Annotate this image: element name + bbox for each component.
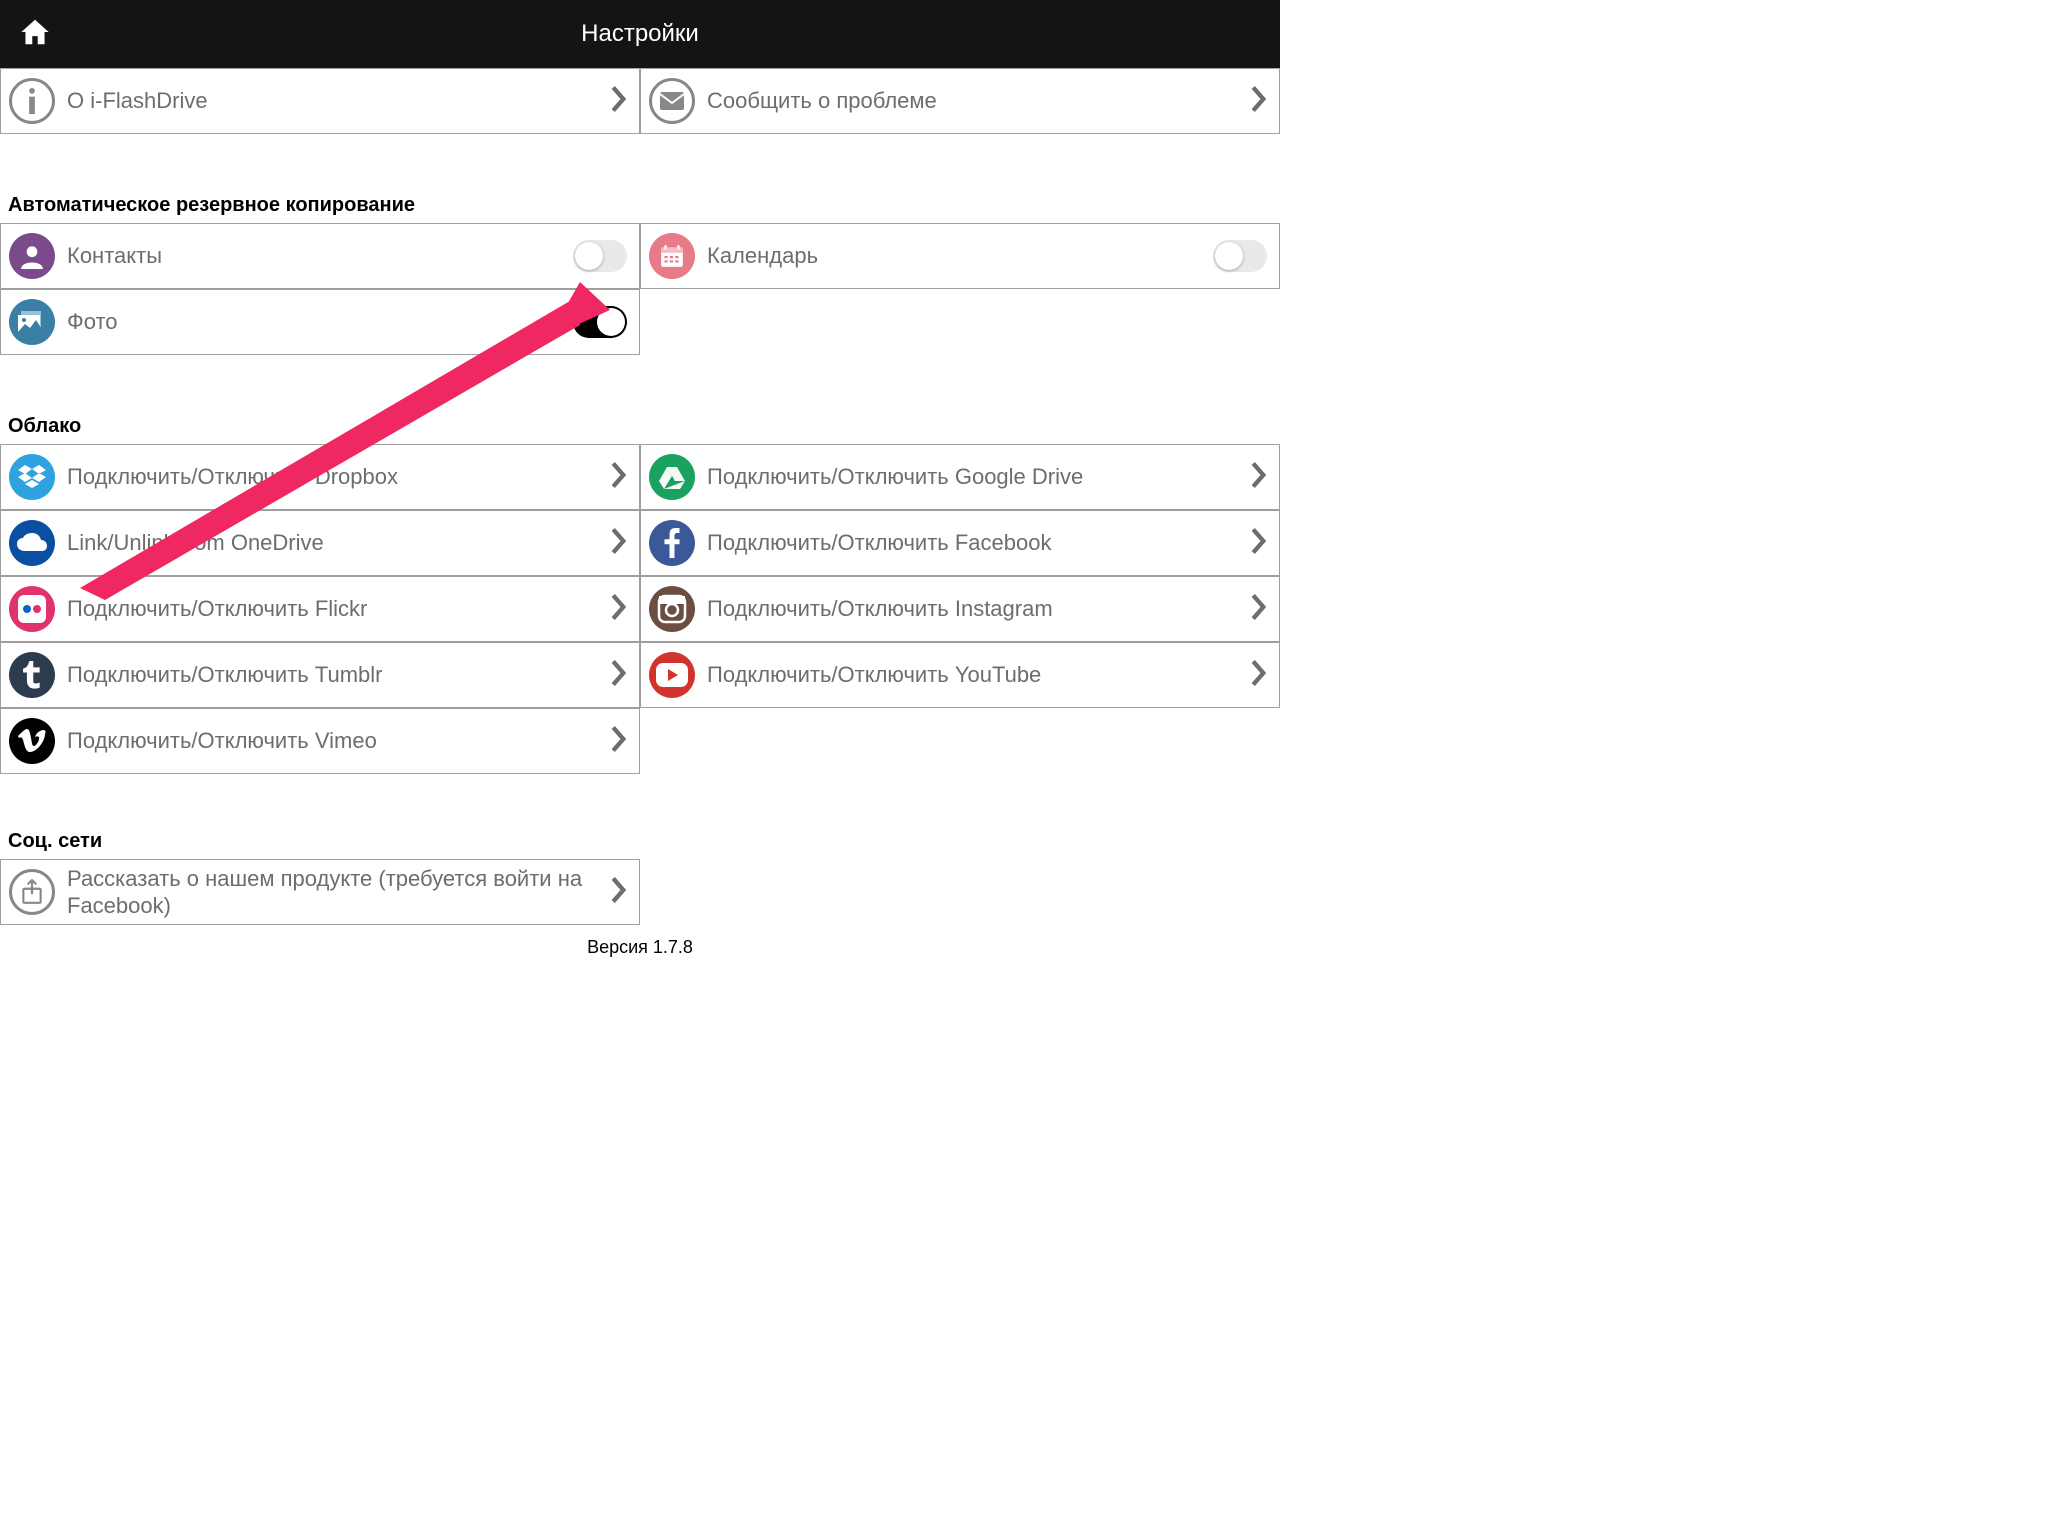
share-label: Рассказать о нашем продукте (требуется в… [67,865,611,920]
header-bar: Настройки [0,0,1280,68]
tumblr-item[interactable]: Подключить/Отключить Tumblr [0,642,640,708]
dropbox-item[interactable]: Подключить/Отключить Dropbox [0,444,640,510]
chevron-icon [611,462,627,493]
version-label: Версия 1.7.8 [0,925,1280,958]
photo-item[interactable]: Фото [0,289,640,355]
dropbox-label: Подключить/Отключить Dropbox [67,464,611,490]
chevron-icon [611,594,627,625]
instagram-icon [649,586,695,632]
page-title: Настройки [581,20,699,48]
share-product-item[interactable]: Рассказать о нашем продукте (требуется в… [0,859,640,925]
tumblr-icon [9,652,55,698]
chevron-icon [611,877,627,908]
cloud-section-title: Облако [0,405,1280,444]
chevron-icon [611,528,627,559]
tumblr-label: Подключить/Отключить Tumblr [67,662,611,688]
photo-label: Фото [67,309,573,335]
facebook-label: Подключить/Отключить Facebook [707,530,1251,556]
info-icon [9,78,55,124]
chevron-icon [1251,462,1267,493]
gdrive-item[interactable]: Подключить/Отключить Google Drive [640,444,1280,510]
chevron-icon [611,726,627,757]
flickr-item[interactable]: Подключить/Отключить Flickr [0,576,640,642]
backup-section-title: Автоматическое резервное копирование [0,184,1280,223]
dropbox-icon [9,454,55,500]
instagram-label: Подключить/Отключить Instagram [707,596,1251,622]
about-label: О i-FlashDrive [67,88,611,114]
calendar-item[interactable]: Календарь [640,223,1280,289]
facebook-icon [649,520,695,566]
contacts-toggle[interactable] [573,240,627,272]
chevron-icon [1251,660,1267,691]
chevron-icon [1251,528,1267,559]
vimeo-icon [9,718,55,764]
contacts-icon [9,233,55,279]
chevron-icon [611,86,627,117]
youtube-icon [649,652,695,698]
chevron-icon [611,660,627,691]
mail-icon [649,78,695,124]
gdrive-label: Подключить/Отключить Google Drive [707,464,1251,490]
calendar-toggle[interactable] [1213,240,1267,272]
photo-icon [9,299,55,345]
home-icon[interactable] [18,17,52,52]
about-item[interactable]: О i-FlashDrive [0,68,640,134]
top-row: О i-FlashDrive Сообщить о проблеме [0,68,1280,134]
contacts-label: Контакты [67,243,573,269]
chevron-icon [1251,86,1267,117]
social-section-title: Соц. сети [0,820,1280,859]
youtube-item[interactable]: Подключить/Отключить YouTube [640,642,1280,708]
instagram-item[interactable]: Подключить/Отключить Instagram [640,576,1280,642]
share-icon [9,869,55,915]
onedrive-icon [9,520,55,566]
youtube-label: Подключить/Отключить YouTube [707,662,1251,688]
onedrive-label: Link/Unlink from OneDrive [67,530,611,556]
report-problem-item[interactable]: Сообщить о проблеме [640,68,1280,134]
onedrive-item[interactable]: Link/Unlink from OneDrive [0,510,640,576]
vimeo-label: Подключить/Отключить Vimeo [67,728,611,754]
contacts-item[interactable]: Контакты [0,223,640,289]
vimeo-item[interactable]: Подключить/Отключить Vimeo [0,708,640,774]
flickr-label: Подключить/Отключить Flickr [67,596,611,622]
flickr-icon [9,586,55,632]
calendar-icon [649,233,695,279]
chevron-icon [1251,594,1267,625]
photo-toggle[interactable] [573,306,627,338]
report-label: Сообщить о проблеме [707,88,1251,114]
googledrive-icon [649,454,695,500]
calendar-label: Календарь [707,243,1213,269]
facebook-item[interactable]: Подключить/Отключить Facebook [640,510,1280,576]
